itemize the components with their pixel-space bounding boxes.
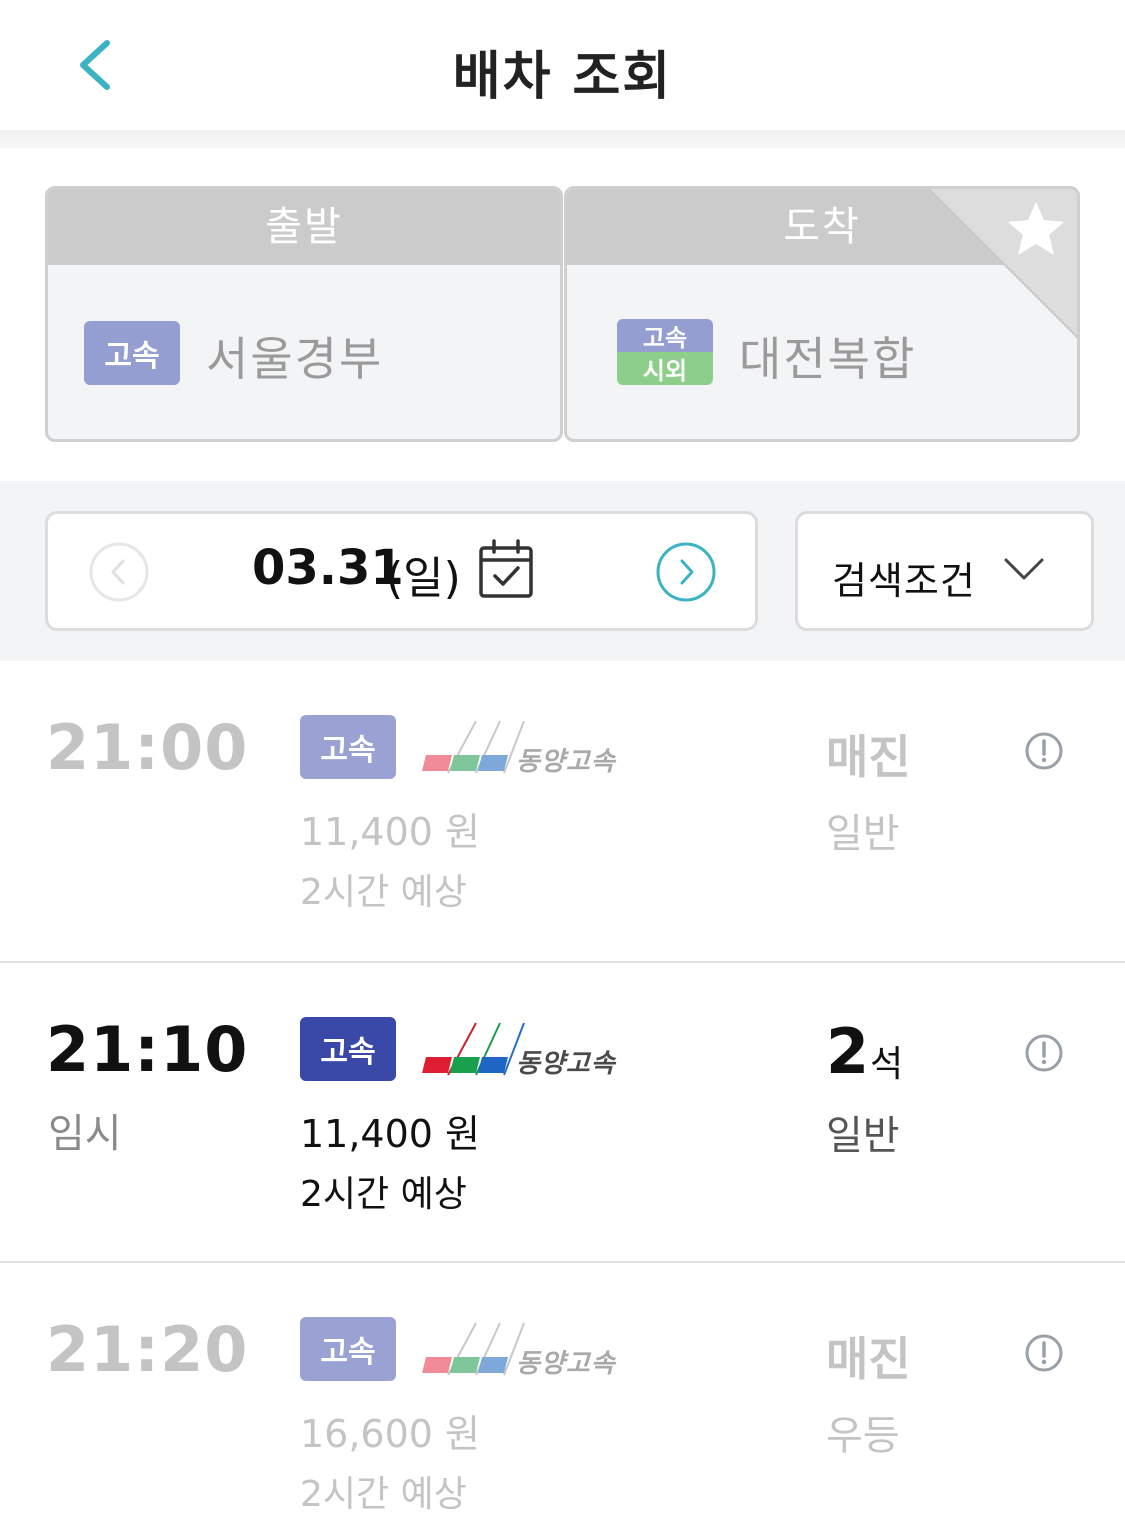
fare: 11,400 원 (300, 1112, 481, 1156)
schedule-list: 21:00 고속 동양고속 11,400 원 2시간 예상 매진 일반 21:1… (0, 661, 1125, 1520)
departure-time: 21:10 (46, 1013, 249, 1086)
company-name: 동양고속 (516, 1049, 616, 1079)
calendar-icon[interactable] (478, 538, 534, 600)
schedule-note: 임시 (48, 1111, 122, 1157)
info-icon[interactable] (1024, 1033, 1064, 1073)
date-filter-bar: 03.31 (일) 검색조건 (0, 481, 1125, 661)
page-title: 배차 조회 (452, 47, 673, 107)
seat-status: 매진 (826, 1332, 911, 1386)
date-value: 03.31 (252, 540, 404, 596)
available-seats: 2 (826, 1015, 870, 1088)
company-name: 동양고속 (516, 1349, 616, 1379)
departure-time: 21:00 (46, 711, 249, 784)
company-name: 동양고속 (516, 747, 616, 777)
previous-day-icon[interactable] (88, 541, 150, 603)
departure-card[interactable]: 출발 고속 서울경부 (45, 186, 563, 442)
duration: 2시간 예상 (300, 872, 467, 913)
arrival-terminal-type-badge: 고속 시외 (617, 319, 713, 385)
fare: 11,400 원 (300, 810, 481, 854)
bus-class: 일반 (826, 811, 900, 857)
departure-time: 21:20 (46, 1313, 249, 1386)
bus-grade-badge: 고속 (300, 1017, 396, 1081)
schedule-row[interactable]: 21:00 고속 동양고속 11,400 원 2시간 예상 매진 일반 (0, 661, 1125, 961)
duration: 2시간 예상 (300, 1174, 467, 1215)
bus-class: 우등 (826, 1413, 900, 1459)
arrival-terminal-type-top: 고속 (617, 319, 713, 352)
departure-terminal-name: 서울경부 (206, 332, 384, 386)
info-icon[interactable] (1024, 731, 1064, 771)
info-icon[interactable] (1024, 1333, 1064, 1373)
header-divider (0, 130, 1125, 148)
next-day-icon[interactable] (655, 541, 717, 603)
date-selector: 03.31 (일) (45, 511, 758, 631)
arrival-terminal-type-bottom: 시외 (617, 352, 713, 385)
date-weekday: (일) (386, 553, 461, 604)
search-filter-button[interactable]: 검색조건 (795, 511, 1094, 631)
chevron-down-icon (1004, 558, 1044, 580)
seat-status: 매진 (826, 730, 911, 784)
fare: 16,600 원 (300, 1412, 481, 1456)
arrival-card[interactable]: 도착 고속 시외 대전복합 (564, 186, 1080, 442)
bus-class: 일반 (826, 1113, 900, 1159)
search-filter-label: 검색조건 (832, 559, 976, 603)
schedule-row[interactable]: 21:10 임시 고속 동양고속 11,400 원 2시간 예상 2 석 일반 (0, 961, 1125, 1261)
seat-unit: 석 (870, 1044, 904, 1085)
arrival-terminal-name: 대전복합 (739, 332, 917, 386)
header: 배차 조회 (0, 0, 1125, 140)
favorite-star-icon[interactable] (926, 186, 1080, 340)
bus-grade-badge: 고속 (300, 1317, 396, 1381)
departure-terminal-type-badge: 고속 (84, 321, 180, 385)
schedule-row[interactable]: 21:20 고속 동양고속 16,600 원 2시간 예상 매진 우등 (0, 1261, 1125, 1520)
departure-label: 출발 (48, 189, 560, 265)
route-selector: 출발 고속 서울경부 도착 고속 시외 대전복합 (0, 148, 1125, 481)
bus-grade-badge: 고속 (300, 715, 396, 779)
duration: 2시간 예상 (300, 1474, 467, 1515)
